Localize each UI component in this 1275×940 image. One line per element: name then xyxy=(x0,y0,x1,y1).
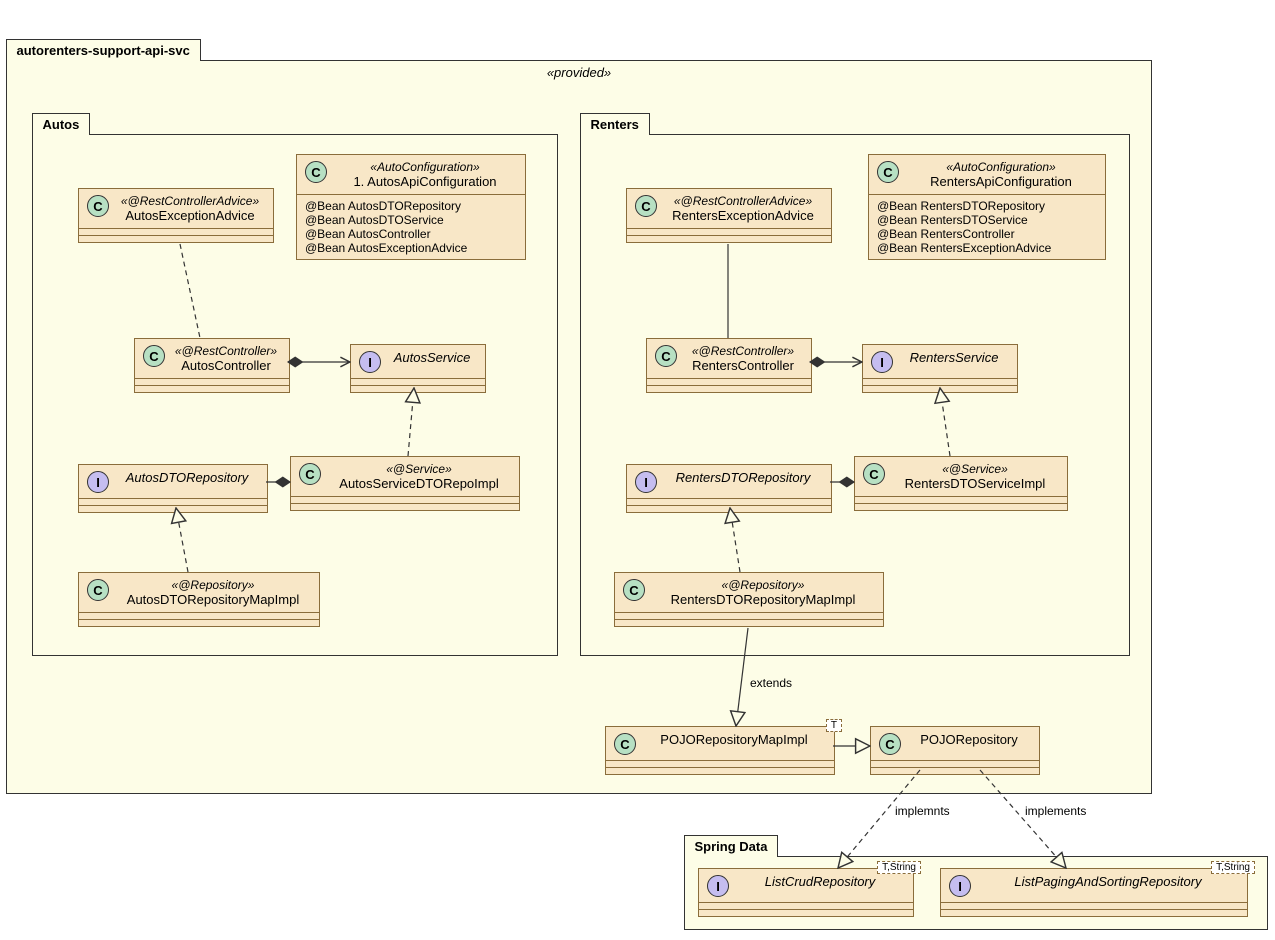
interface-list-paging-repository: I ListPagingAndSortingRepository T,Strin… xyxy=(940,868,1248,917)
interface-icon: I xyxy=(871,351,893,373)
stereo: «AutoConfiguration» xyxy=(905,160,1097,174)
name: RentersService xyxy=(910,350,999,365)
class-icon: C xyxy=(305,161,327,183)
class-icon: C xyxy=(143,345,165,367)
label-implements: implements xyxy=(1025,804,1086,818)
bean: @Bean RentersController xyxy=(877,227,1097,241)
name: AutosService xyxy=(394,350,471,365)
stereo: «@Service» xyxy=(891,462,1059,476)
interface-autos-service: I AutosService xyxy=(350,344,486,393)
name: AutosDTORepository xyxy=(126,470,249,485)
bean: @Bean AutosDTOService xyxy=(305,213,517,227)
class-renters-exception-advice: C «@RestControllerAdvice» RentersExcepti… xyxy=(626,188,832,243)
name: RentersDTORepository xyxy=(676,470,811,485)
class-icon: C xyxy=(623,579,645,601)
name: RentersDTORepositoryMapImpl xyxy=(671,592,856,607)
name: AutosDTORepositoryMapImpl xyxy=(127,592,299,607)
class-autos-controller: C «@RestController» AutosController xyxy=(134,338,290,393)
class-icon: C xyxy=(87,579,109,601)
stereo: «@Repository» xyxy=(651,578,875,592)
interface-icon: I xyxy=(949,875,971,897)
name: RentersExceptionAdvice xyxy=(672,208,814,223)
name: RentersApiConfiguration xyxy=(930,174,1072,189)
name: AutosExceptionAdvice xyxy=(125,208,254,223)
class-autos-api-configuration: C «AutoConfiguration» 1. AutosApiConfigu… xyxy=(296,154,526,260)
stereo: «@RestControllerAdvice» xyxy=(115,194,265,208)
package-tab-autorenters: autorenters-support-api-svc xyxy=(6,39,201,61)
class-autos-exception-advice: C «@RestControllerAdvice» AutosException… xyxy=(78,188,274,243)
class-icon: C xyxy=(635,195,657,217)
stereo: «@RestControllerAdvice» xyxy=(663,194,823,208)
label-implemnts: implemnts xyxy=(895,804,950,818)
class-renters-controller: C «@RestController» RentersController xyxy=(646,338,812,393)
class-icon: C xyxy=(614,733,636,755)
name: AutosServiceDTORepoImpl xyxy=(339,476,498,491)
class-icon: C xyxy=(879,733,901,755)
template-param: T,String xyxy=(1211,861,1255,874)
bean: @Bean AutosExceptionAdvice xyxy=(305,241,517,255)
class-autos-dto-repository-map-impl: C «@Repository» AutosDTORepositoryMapImp… xyxy=(78,572,320,627)
class-icon: C xyxy=(655,345,677,367)
interface-list-crud-repository: I ListCrudRepository T,String xyxy=(698,868,914,917)
class-renters-api-configuration: C «AutoConfiguration» RentersApiConfigur… xyxy=(868,154,1106,260)
interface-icon: I xyxy=(359,351,381,373)
name: POJORepository xyxy=(920,732,1018,747)
stereo: «@Service» xyxy=(327,462,511,476)
package-tab-spring-data: Spring Data xyxy=(684,835,779,857)
class-renters-dto-service-impl: C «@Service» RentersDTOServiceImpl xyxy=(854,456,1068,511)
stereo: «@Repository» xyxy=(115,578,311,592)
name: ListCrudRepository xyxy=(765,874,876,889)
class-icon: C xyxy=(863,463,885,485)
template-param: T,String xyxy=(877,861,921,874)
bean: @Bean RentersExceptionAdvice xyxy=(877,241,1097,255)
name: RentersDTOServiceImpl xyxy=(905,476,1046,491)
class-icon: C xyxy=(87,195,109,217)
class-autos-service-dto-repo-impl: C «@Service» AutosServiceDTORepoImpl xyxy=(290,456,520,511)
package-stereo-provided: «provided» xyxy=(7,61,1151,84)
name: 1. AutosApiConfiguration xyxy=(353,174,496,189)
stereo: «@RestController» xyxy=(683,344,803,358)
label-extends: extends xyxy=(750,676,792,690)
interface-renters-service: I RentersService xyxy=(862,344,1018,393)
bean: @Bean RentersDTORepository xyxy=(877,199,1097,213)
package-tab-autos: Autos xyxy=(32,113,91,135)
interface-icon: I xyxy=(635,471,657,493)
interface-autos-dto-repository: I AutosDTORepository xyxy=(78,464,268,513)
stereo: «AutoConfiguration» xyxy=(333,160,517,174)
interface-icon: I xyxy=(87,471,109,493)
name: RentersController xyxy=(692,358,794,373)
class-icon: C xyxy=(299,463,321,485)
name: POJORepositoryMapImpl xyxy=(660,732,807,747)
bean: @Bean RentersDTOService xyxy=(877,213,1097,227)
name: AutosController xyxy=(181,358,271,373)
class-pojo-repository-map-impl: C POJORepositoryMapImpl T xyxy=(605,726,835,775)
name: ListPagingAndSortingRepository xyxy=(1014,874,1201,889)
interface-icon: I xyxy=(707,875,729,897)
interface-renters-dto-repository: I RentersDTORepository xyxy=(626,464,832,513)
bean: @Bean AutosDTORepository xyxy=(305,199,517,213)
class-icon: C xyxy=(877,161,899,183)
class-pojo-repository: C POJORepository xyxy=(870,726,1040,775)
stereo: «@RestController» xyxy=(171,344,281,358)
class-renters-dto-repository-map-impl: C «@Repository» RentersDTORepositoryMapI… xyxy=(614,572,884,627)
bean: @Bean AutosController xyxy=(305,227,517,241)
package-tab-renters: Renters xyxy=(580,113,650,135)
template-param: T xyxy=(826,719,842,732)
